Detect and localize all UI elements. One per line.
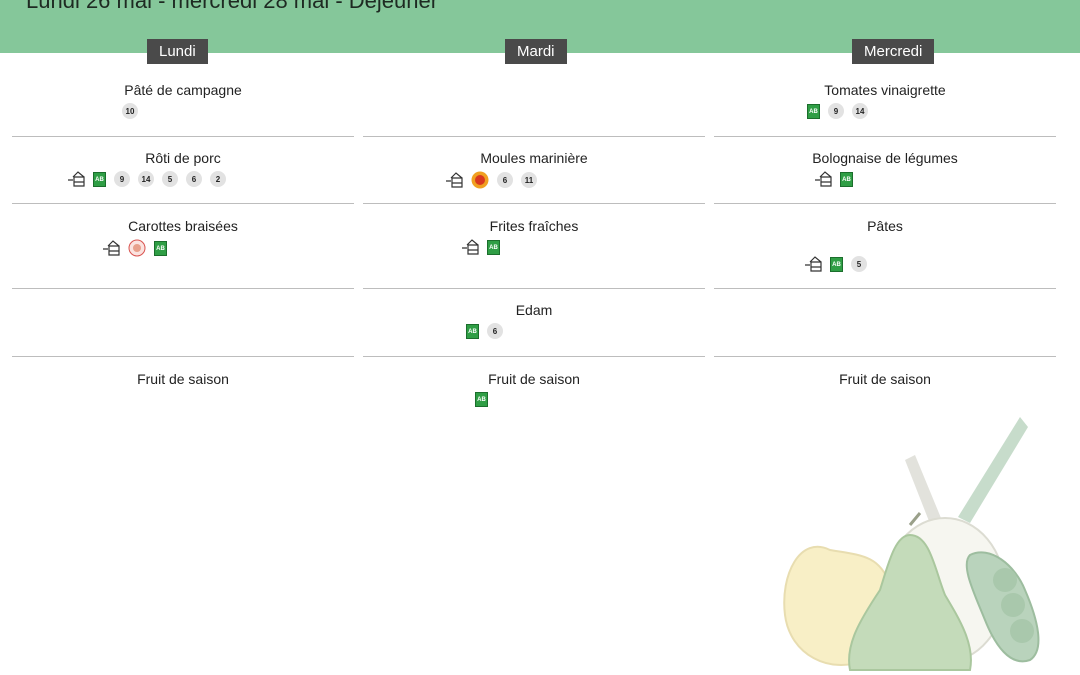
allergen-badge: 14: [852, 103, 868, 119]
allergen-badge: 2: [210, 171, 226, 187]
dish-badges: AB: [102, 239, 167, 257]
dish-badges: AB: [814, 171, 853, 187]
dish-badges: 6 11: [445, 171, 537, 189]
allergen-badge: 5: [162, 171, 178, 187]
separator: [363, 136, 705, 137]
separator: [714, 136, 1056, 137]
dish-name: Bolognaise de légumes: [812, 150, 958, 166]
fruit-illustration: [783, 417, 1040, 671]
day-label: Mardi: [505, 39, 567, 64]
dish-name: Pâtes: [867, 218, 903, 234]
dish-name: Edam: [515, 302, 553, 318]
bio-icon: AB: [807, 103, 820, 119]
separator: [714, 203, 1056, 204]
separator: [12, 136, 354, 137]
menu-title: Lundi 26 mai - mercredi 28 mai - Déjeune…: [26, 0, 439, 13]
dish-badges: 10: [122, 103, 138, 119]
fait-maison-icon: [462, 239, 479, 255]
dish-name: Rôti de porc: [145, 150, 221, 166]
allergen-badge: 5: [851, 256, 867, 272]
label-rouge-icon: [128, 239, 146, 257]
dish-name: Tomates vinaigrette: [824, 82, 946, 98]
allergen-badge: 9: [114, 171, 130, 187]
allergen-badge: 11: [521, 172, 537, 188]
fait-maison-icon: [805, 256, 822, 272]
allergen-badge: 10: [122, 103, 138, 119]
fait-maison-icon: [103, 240, 120, 256]
aop-icon: [471, 171, 489, 189]
dish-name: Fruit de saison: [488, 371, 580, 387]
bio-icon: AB: [154, 240, 167, 256]
day-label: Lundi: [147, 39, 208, 64]
fait-maison-icon: [446, 172, 463, 188]
separator: [363, 288, 705, 289]
fait-maison-icon: [815, 171, 832, 187]
bio-icon: AB: [830, 256, 843, 272]
separator: [714, 356, 1056, 357]
separator: [363, 356, 705, 357]
dish-badges: AB: [461, 239, 500, 255]
dish-badges: AB 5: [804, 256, 867, 272]
day-label: Mercredi: [852, 39, 935, 64]
allergen-badge: 6: [487, 323, 503, 339]
bio-icon: AB: [466, 323, 479, 339]
allergen-badge: 6: [497, 172, 513, 188]
dish-name: Moules marinière: [480, 150, 588, 166]
bio-icon: AB: [487, 239, 500, 255]
dish-badges: AB 6: [466, 323, 503, 339]
allergen-badge: 14: [138, 171, 154, 187]
separator: [714, 288, 1056, 289]
separator: [12, 203, 354, 204]
allergen-badge: 6: [186, 171, 202, 187]
dish-name: Pâté de campagne: [124, 82, 242, 98]
separator: [363, 203, 705, 204]
allergen-badge: 9: [828, 103, 844, 119]
separator: [12, 356, 354, 357]
dish-name: Frites fraîches: [489, 218, 579, 234]
dish-badges: AB 9 14: [807, 103, 868, 119]
bio-icon: AB: [475, 392, 488, 407]
separator: [12, 288, 354, 289]
dish-name: Fruit de saison: [839, 371, 931, 387]
dish-name: Fruit de saison: [137, 371, 229, 387]
dish-name: Carottes braisées: [128, 218, 238, 234]
bio-icon: AB: [840, 171, 853, 187]
dish-badges: AB: [475, 392, 488, 407]
bio-icon: AB: [93, 171, 106, 187]
dish-badges: AB 9 14 5 6 2: [67, 171, 226, 187]
fait-maison-icon: [68, 171, 85, 187]
